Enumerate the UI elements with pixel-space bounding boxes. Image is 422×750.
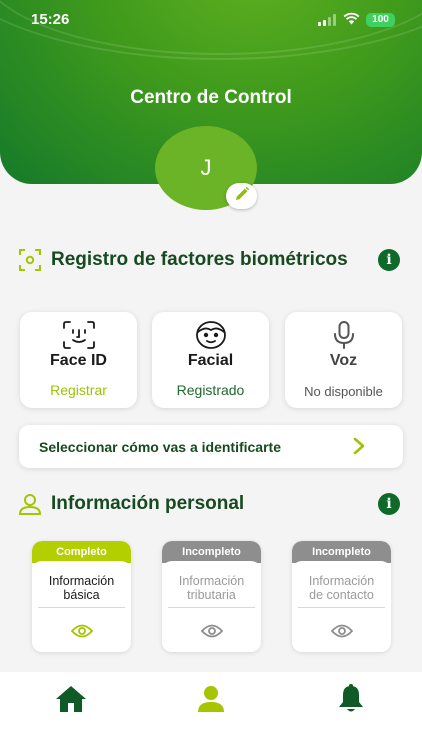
tax-info-card[interactable]: Incompleto Información tributaria [162,541,261,652]
microphone-icon [285,320,402,350]
bottom-tab-bar [0,672,422,750]
status-badge: Incompleto [162,541,261,563]
personal-title: Información personal [51,493,245,514]
face-id-status[interactable]: Registrar [20,382,137,398]
status-time: 15:26 [31,11,70,28]
status-badge: Completo [32,541,131,563]
facial-label: Facial [187,352,234,369]
basic-info-card[interactable]: Completo Información básica [32,541,131,652]
user-icon[interactable] [191,682,231,716]
info-icon[interactable]: i [378,493,400,515]
person-icon [18,492,42,516]
signal-icon [318,14,336,26]
select-identification-button[interactable]: Seleccionar cómo vas a identificarte [19,425,403,468]
status-bar: 15:26 100 [0,10,422,30]
status-badge: Incompleto [292,541,391,563]
biometrics-section-header: Registro de factores biométricos i [18,247,404,273]
basic-info-label: Información básica [48,574,115,602]
face-id-card[interactable]: Face ID Registrar [20,312,137,408]
facial-card[interactable]: Facial Registrado [152,312,269,408]
info-icon[interactable]: i [378,249,400,271]
facial-status: Registrado [176,382,245,398]
voice-label: Voz [329,352,358,369]
scan-face-icon [18,248,42,272]
eye-icon[interactable] [162,624,261,638]
eye-icon[interactable] [292,624,391,638]
divider [38,607,125,608]
edit-avatar-button[interactable] [226,183,257,209]
divider [298,607,385,608]
pencil-icon [234,186,250,207]
tax-info-label: Información tributaria [178,574,245,602]
personal-section-header: Información personal i [18,491,404,517]
wifi-icon [343,12,360,30]
home-icon[interactable] [51,682,91,716]
face-id-label: Face ID [50,352,107,369]
battery-indicator: 100 [366,13,395,27]
divider [168,607,255,608]
chevron-right-icon [353,437,365,460]
biometrics-title: Registro de factores biométricos [51,249,348,270]
voice-status: No disponible [304,384,383,399]
select-identification-label: Seleccionar cómo vas a identificarte [39,438,281,455]
bell-icon[interactable] [331,682,371,716]
contact-info-label: Información de contacto [308,574,375,602]
page-title: Centro de Control [130,87,292,108]
face-icon [152,320,269,350]
voice-card: Voz No disponible [285,312,402,408]
eye-icon[interactable] [32,624,131,638]
face-id-icon [20,320,137,350]
contact-info-card[interactable]: Incompleto Información de contacto [292,541,391,652]
